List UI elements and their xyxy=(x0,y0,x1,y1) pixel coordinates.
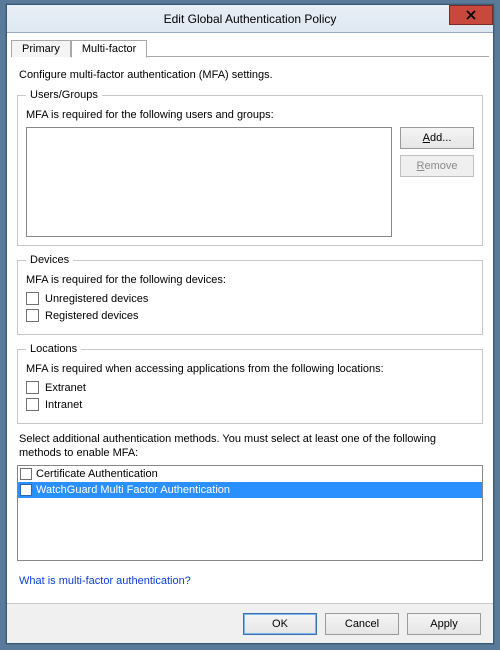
checkbox-label: Registered devices xyxy=(45,310,139,322)
tab-strip: Primary Multi-factor xyxy=(7,33,493,57)
cancel-button-label: Cancel xyxy=(345,618,379,630)
users-groups-sublabel: MFA is required for the following users … xyxy=(26,109,474,121)
users-groups-listbox[interactable] xyxy=(26,127,392,237)
dialog-window: Edit Global Authentication Policy Primar… xyxy=(6,4,494,644)
auth-method-label: WatchGuard Multi Factor Authentication xyxy=(36,484,230,496)
add-button[interactable]: Add... xyxy=(400,127,474,149)
auth-method-certificate[interactable]: Certificate Authentication xyxy=(18,466,482,482)
checkbox-icon xyxy=(26,398,39,411)
checkbox-icon xyxy=(26,381,39,394)
intro-text: Configure multi-factor authentication (M… xyxy=(19,69,483,81)
remove-button: Remove xyxy=(400,155,474,177)
checkbox-extranet[interactable]: Extranet xyxy=(26,381,474,394)
checkbox-icon xyxy=(26,292,39,305)
checkbox-registered-devices[interactable]: Registered devices xyxy=(26,309,474,322)
checkbox-label: Intranet xyxy=(45,399,82,411)
checkbox-icon xyxy=(20,484,32,496)
close-icon xyxy=(466,10,476,20)
titlebar: Edit Global Authentication Policy xyxy=(7,5,493,33)
devices-fieldset: Devices MFA is required for the followin… xyxy=(17,254,483,335)
tab-primary-label: Primary xyxy=(22,43,60,55)
devices-legend: Devices xyxy=(26,254,73,266)
checkbox-label: Unregistered devices xyxy=(45,293,148,305)
checkbox-icon xyxy=(26,309,39,322)
tab-primary[interactable]: Primary xyxy=(11,40,71,57)
auth-method-label: Certificate Authentication xyxy=(36,468,158,480)
tab-multi-factor[interactable]: Multi-factor xyxy=(71,40,147,58)
dialog-footer: OK Cancel Apply xyxy=(7,603,493,643)
cancel-button[interactable]: Cancel xyxy=(325,613,399,635)
ok-button-label: OK xyxy=(272,618,288,630)
auth-method-watchguard[interactable]: WatchGuard Multi Factor Authentication xyxy=(18,482,482,498)
remove-button-label-rest: emove xyxy=(424,160,457,172)
methods-instruction: Select additional authentication methods… xyxy=(19,432,481,461)
help-link-mfa[interactable]: What is multi-factor authentication? xyxy=(19,575,191,587)
checkbox-unregistered-devices[interactable]: Unregistered devices xyxy=(26,292,474,305)
checkbox-label: Extranet xyxy=(45,382,86,394)
tab-content: Configure multi-factor authentication (M… xyxy=(7,57,493,587)
apply-button-label: Apply xyxy=(430,618,458,630)
apply-button[interactable]: Apply xyxy=(407,613,481,635)
ok-button[interactable]: OK xyxy=(243,613,317,635)
close-button[interactable] xyxy=(449,5,493,25)
window-title: Edit Global Authentication Policy xyxy=(164,12,337,26)
tab-multi-factor-label: Multi-factor xyxy=(82,43,136,55)
checkbox-intranet[interactable]: Intranet xyxy=(26,398,474,411)
users-groups-fieldset: Users/Groups MFA is required for the fol… xyxy=(17,89,483,246)
users-groups-legend: Users/Groups xyxy=(26,89,102,101)
auth-methods-listbox[interactable]: Certificate Authentication WatchGuard Mu… xyxy=(17,465,483,561)
locations-fieldset: Locations MFA is required when accessing… xyxy=(17,343,483,424)
add-button-label-rest: dd... xyxy=(430,132,451,144)
locations-sublabel: MFA is required when accessing applicati… xyxy=(26,363,474,375)
devices-sublabel: MFA is required for the following device… xyxy=(26,274,474,286)
checkbox-icon xyxy=(20,468,32,480)
locations-legend: Locations xyxy=(26,343,81,355)
